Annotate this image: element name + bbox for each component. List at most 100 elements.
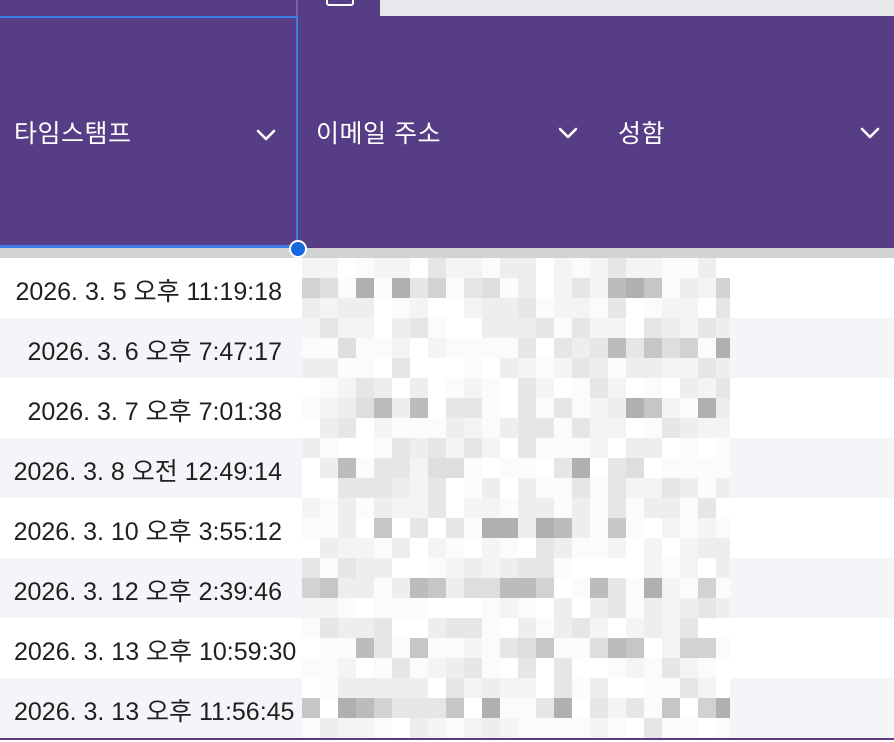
- redaction-block: [698, 338, 716, 358]
- redaction-block: [536, 498, 554, 518]
- selection-handle[interactable]: [289, 240, 307, 258]
- redaction-block: [698, 598, 716, 618]
- table-row[interactable]: 2026. 3. 10 오후 3:55:12: [0, 498, 894, 558]
- redaction-block: [374, 398, 392, 418]
- name-cell-redacted[interactable]: [590, 558, 730, 618]
- redaction-block: [518, 458, 536, 478]
- redaction-block: [446, 558, 464, 578]
- chevron-down-icon[interactable]: [554, 119, 582, 147]
- redaction-block: [644, 658, 662, 678]
- redaction-block: [482, 698, 500, 718]
- email-cell-redacted[interactable]: [302, 378, 590, 438]
- email-cell-redacted[interactable]: [302, 318, 590, 378]
- redaction-block: [302, 718, 320, 738]
- column-header-email[interactable]: 이메일 주소: [302, 16, 604, 248]
- redaction-block: [518, 678, 536, 698]
- name-cell-redacted[interactable]: [590, 618, 730, 678]
- redaction-block: [662, 598, 680, 618]
- redaction-block: [608, 438, 626, 458]
- redaction-block: [608, 658, 626, 678]
- redaction-block: [626, 378, 644, 398]
- redaction-block: [482, 678, 500, 698]
- redaction-block: [662, 698, 680, 718]
- redaction-block: [302, 338, 320, 358]
- redaction-block: [662, 558, 680, 578]
- redaction-block: [680, 318, 698, 338]
- redaction-block: [554, 578, 572, 598]
- redaction-block: [518, 538, 536, 558]
- redaction-block: [608, 478, 626, 498]
- email-cell-redacted[interactable]: [302, 618, 590, 678]
- chevron-down-icon[interactable]: [856, 119, 884, 147]
- name-cell-redacted[interactable]: [590, 378, 730, 438]
- table-row[interactable]: 2026. 3. 5 오후 11:19:18: [0, 258, 894, 318]
- redaction-block: [554, 538, 572, 558]
- redaction-block: [716, 358, 730, 378]
- redaction-block: [680, 478, 698, 498]
- redaction-block: [464, 398, 482, 418]
- email-cell-redacted[interactable]: [302, 498, 590, 558]
- redaction-block: [554, 418, 572, 438]
- redaction-block: [536, 438, 554, 458]
- name-cell-redacted[interactable]: [590, 678, 730, 738]
- redaction-block: [662, 398, 680, 418]
- redaction-block: [356, 378, 374, 398]
- timestamp-cell[interactable]: 2026. 3. 8 오전 12:49:14: [0, 438, 302, 498]
- redaction-block: [680, 618, 698, 638]
- redaction-block: [374, 458, 392, 478]
- redaction-block: [626, 478, 644, 498]
- redaction-block: [644, 718, 662, 738]
- name-cell-redacted[interactable]: [590, 438, 730, 498]
- table-row[interactable]: 2026. 3. 13 오후 10:59:30: [0, 618, 894, 678]
- redaction-block: [320, 498, 338, 518]
- redaction-block: [482, 518, 500, 538]
- timestamp-cell[interactable]: 2026. 3. 5 오후 11:19:18: [0, 258, 302, 318]
- name-cell-redacted[interactable]: [590, 258, 730, 318]
- email-cell-redacted[interactable]: [302, 558, 590, 618]
- redaction-block: [662, 618, 680, 638]
- table-row[interactable]: 2026. 3. 7 오후 7:01:38: [0, 378, 894, 438]
- redaction-block: [698, 418, 716, 438]
- redaction-block: [554, 558, 572, 578]
- redaction-block: [302, 678, 320, 698]
- redaction-block: [320, 458, 338, 478]
- timestamp-cell[interactable]: 2026. 3. 13 오후 10:59:30: [0, 618, 302, 678]
- name-cell-redacted[interactable]: [590, 498, 730, 558]
- table-row[interactable]: 2026. 3. 8 오전 12:49:14: [0, 438, 894, 498]
- redaction-block: [302, 398, 320, 418]
- column-header-timestamp[interactable]: 타임스탬프: [0, 16, 298, 248]
- table-row[interactable]: 2026. 3. 13 오후 11:56:45: [0, 678, 894, 738]
- tab-icon[interactable]: [326, 0, 354, 6]
- timestamp-cell[interactable]: 2026. 3. 13 오후 11:56:45: [0, 678, 302, 738]
- email-cell-redacted[interactable]: [302, 678, 590, 738]
- redaction-block: [482, 418, 500, 438]
- redaction-block: [680, 458, 698, 478]
- redaction-block: [518, 638, 536, 658]
- redaction-block: [374, 718, 392, 738]
- table-row[interactable]: 2026. 3. 12 오후 2:39:46: [0, 558, 894, 618]
- redaction-block: [590, 358, 608, 378]
- email-cell-redacted[interactable]: [302, 258, 590, 318]
- redaction-block: [446, 538, 464, 558]
- redaction-block: [500, 418, 518, 438]
- redaction-block: [302, 478, 320, 498]
- timestamp-cell[interactable]: 2026. 3. 10 오후 3:55:12: [0, 498, 302, 558]
- redaction-block: [518, 718, 536, 738]
- timestamp-cell[interactable]: 2026. 3. 6 오후 7:47:17: [0, 318, 302, 378]
- table-row[interactable]: 2026. 3. 6 오후 7:47:17: [0, 318, 894, 378]
- timestamp-cell[interactable]: 2026. 3. 7 오후 7:01:38: [0, 378, 302, 438]
- email-cell-redacted[interactable]: [302, 438, 590, 498]
- redaction-block: [374, 418, 392, 438]
- redaction-block: [626, 258, 644, 278]
- redaction-block: [572, 478, 590, 498]
- redaction-block: [608, 278, 626, 298]
- redaction-block: [644, 298, 662, 318]
- chevron-down-icon[interactable]: [252, 121, 280, 149]
- redaction-block: [410, 478, 428, 498]
- redaction-block: [536, 418, 554, 438]
- redaction-block: [446, 718, 464, 738]
- redaction-block: [464, 558, 482, 578]
- column-header-name[interactable]: 성함: [604, 16, 894, 248]
- name-cell-redacted[interactable]: [590, 318, 730, 378]
- timestamp-cell[interactable]: 2026. 3. 12 오후 2:39:46: [0, 558, 302, 618]
